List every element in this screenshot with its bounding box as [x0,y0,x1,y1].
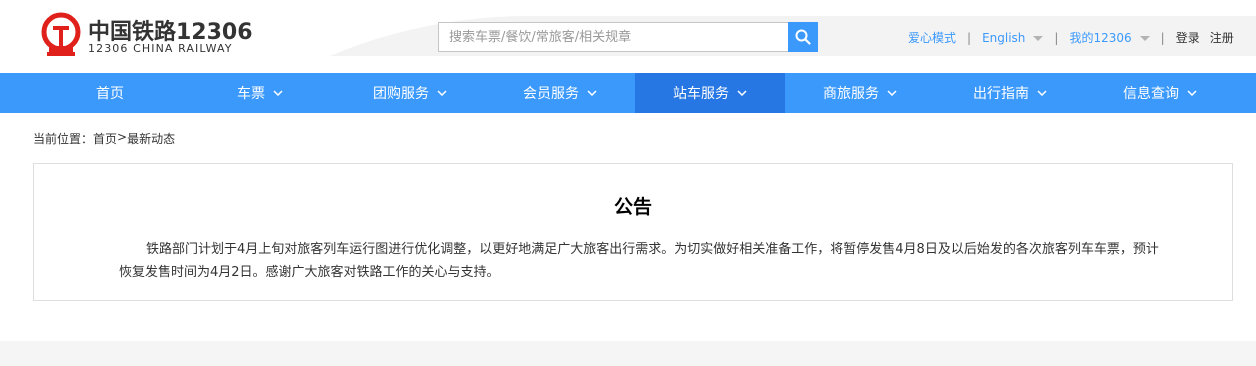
breadcrumb-prefix: 当前位置： [33,132,94,146]
search-input[interactable] [438,22,788,52]
nav-item-tickets[interactable]: 车票 [185,73,335,113]
footer-bar [0,341,1256,366]
breadcrumb-separator: > [117,130,128,144]
notice-panel: 公告 铁路部门计划于4月上旬对旅客列车运行图进行优化调整，以更好地满足广大旅客出… [33,163,1233,301]
nav-item-group-service[interactable]: 团购服务 [335,73,485,113]
site-header: 中国铁路12306 12306 CHINA RAILWAY 爱心模式 | Eng… [0,0,1256,73]
language-switch[interactable]: English [982,30,1044,45]
chevron-down-icon [437,90,447,96]
nav-item-station-service[interactable]: 站车服务 [635,73,785,113]
breadcrumb-current[interactable]: 最新动态 [127,130,175,147]
nav-item-business-travel[interactable]: 商旅服务 [785,73,935,113]
nav-item-home[interactable]: 首页 [35,73,185,113]
my-account-label: 我的12306 [1069,31,1132,45]
nav-item-travel-guide[interactable]: 出行指南 [935,73,1085,113]
breadcrumb: 当前位置： 首页 > 最新动态 [33,130,175,147]
care-mode-link[interactable]: 爱心模式 [908,29,956,46]
china-railway-logo[interactable] [38,12,84,58]
language-label: English [982,30,1026,45]
breadcrumb-home-link[interactable]: 首页 [93,130,117,147]
chevron-down-icon [1033,35,1044,41]
divider: | [1054,30,1059,45]
chevron-down-icon [1187,90,1197,96]
main-nav: 首页 车票 团购服务 会员服务 站车服务 商旅服务 出行指南 信息查询 [0,73,1256,113]
nav-item-label: 车票 [237,86,265,102]
nav-item-label: 首页 [96,86,124,102]
nav-item-label: 站车服务 [673,86,729,102]
search-bar [438,22,818,52]
nav-item-member-service[interactable]: 会员服务 [485,73,635,113]
nav-item-info-query[interactable]: 信息查询 [1085,73,1235,113]
my-account-menu[interactable]: 我的12306 [1069,29,1150,46]
notice-title: 公告 [613,196,652,218]
chevron-down-icon [1037,90,1047,96]
chevron-down-icon [1139,36,1150,41]
divider: | [1160,30,1165,45]
nav-item-label: 出行指南 [973,86,1029,102]
nav-item-label: 商旅服务 [823,86,879,102]
search-button[interactable] [788,22,818,52]
nav-item-label: 会员服务 [523,86,579,102]
search-icon [795,29,811,45]
brand-name-en: 12306 CHINA RAILWAY [88,42,233,55]
login-link[interactable]: 登录 [1176,29,1200,46]
top-links: 爱心模式 | English | 我的12306 | 登录 注册 [908,29,1234,46]
chevron-down-icon [273,90,283,96]
nav-item-label: 信息查询 [1123,86,1179,102]
chevron-down-icon [587,90,597,96]
notice-body: 铁路部门计划于4月上旬对旅客列车运行图进行优化调整，以更好地满足广大旅客出行需求… [119,242,1159,280]
divider: | [967,30,972,45]
chevron-down-icon [737,90,747,96]
nav-item-label: 团购服务 [373,86,429,102]
register-link[interactable]: 注册 [1210,29,1234,46]
chevron-down-icon [887,90,897,96]
